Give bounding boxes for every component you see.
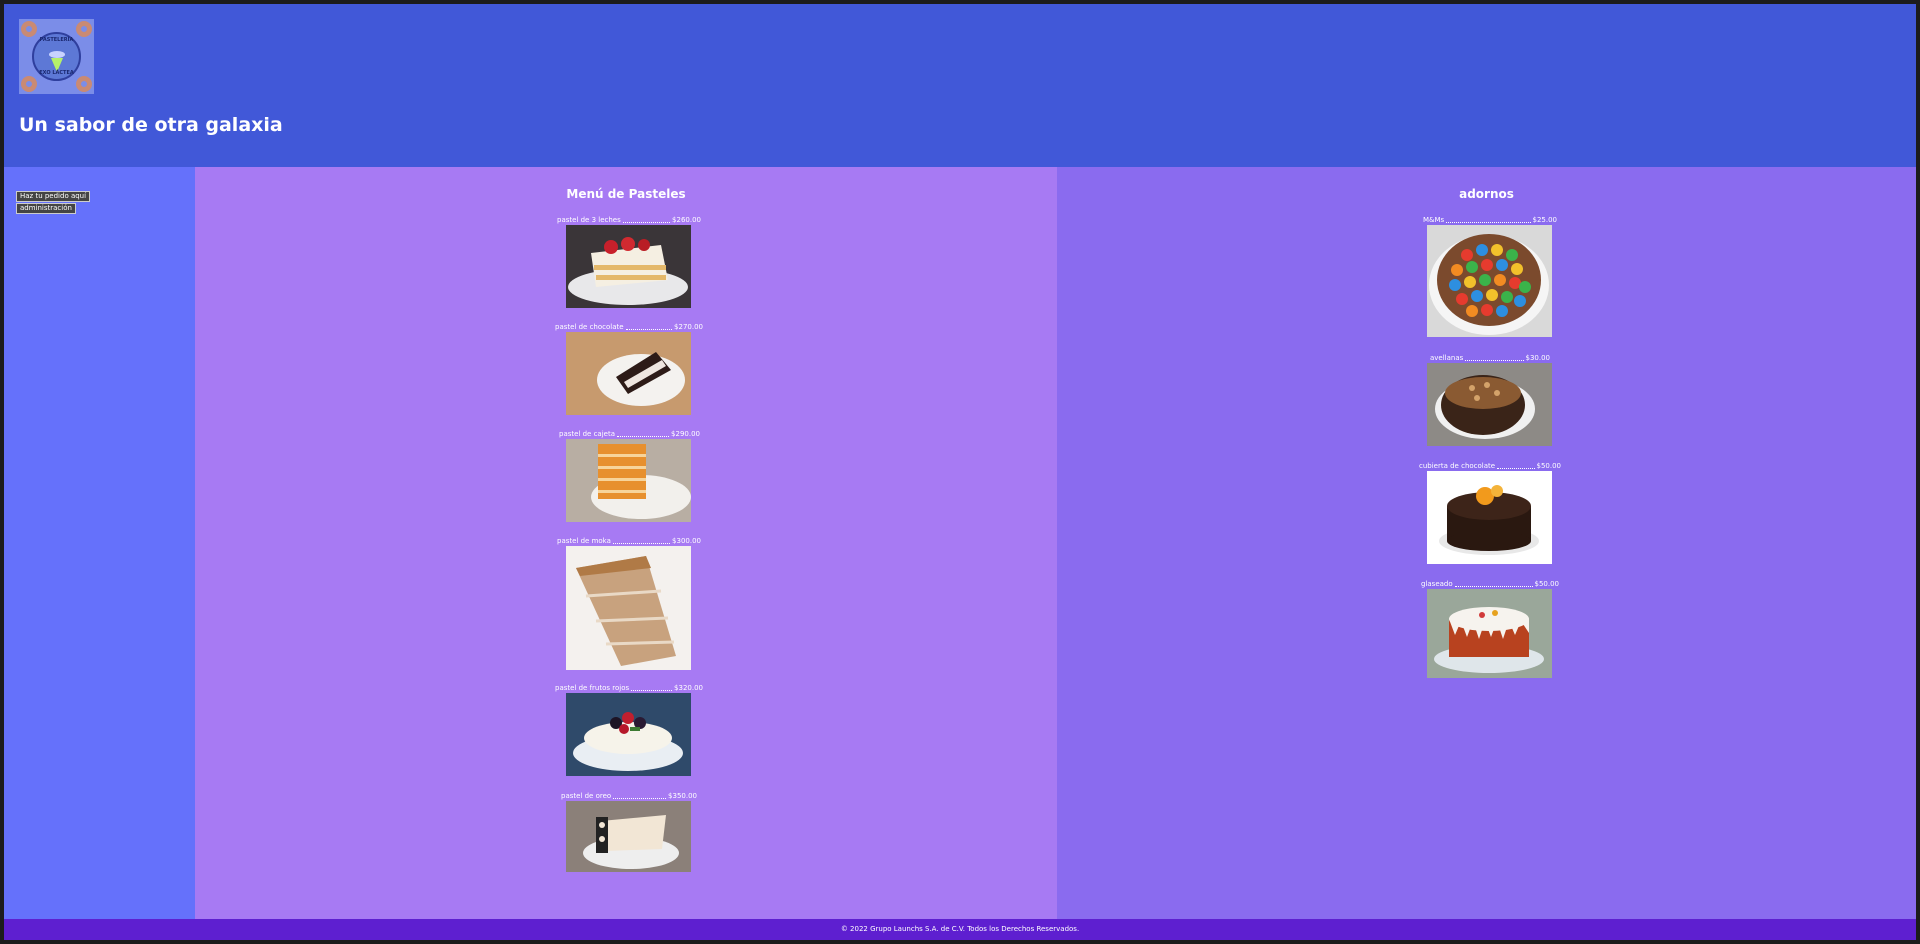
sidebar: Haz tu pedido aquí administración	[4, 167, 195, 919]
item-price: $260.00	[672, 216, 701, 224]
adorno-item[interactable]: glaseado $50.00	[1421, 580, 1559, 678]
page: PASTELERÍA EXO LÁCTEA Un sabor de otra g…	[4, 4, 1916, 940]
item-price: $320.00	[674, 684, 703, 692]
item-name: M&Ms	[1423, 216, 1445, 224]
menu-column: Menú de Pasteles pastel de 3 leches $260…	[195, 167, 1057, 919]
item-price: $50.00	[1536, 462, 1562, 470]
cake-image	[566, 439, 691, 522]
donut-icon	[76, 21, 92, 37]
adorno-item[interactable]: cubierta de chocolate $50.00	[1419, 462, 1561, 564]
item-name: pastel de frutos rojos	[555, 684, 630, 692]
item-name: pastel de moka	[557, 537, 611, 545]
item-price: $270.00	[674, 323, 703, 331]
item-price: $30.00	[1525, 354, 1551, 362]
item-name: pastel de oreo	[561, 792, 612, 800]
logo-badge: PASTELERÍA EXO LÁCTEA	[32, 32, 81, 81]
order-here-link[interactable]: Haz tu pedido aquí	[16, 191, 91, 202]
cake-image	[566, 225, 691, 308]
item-price: $290.00	[671, 430, 700, 438]
menu-item[interactable]: pastel de 3 leches $260.00	[557, 216, 701, 308]
cake-image	[1427, 225, 1552, 337]
cake-image	[566, 693, 691, 776]
cake-image	[566, 332, 691, 415]
logo-text-bottom: EXO LÁCTEA	[39, 70, 74, 76]
item-price: $350.00	[668, 792, 697, 800]
menu-item[interactable]: pastel de frutos rojos $320.00	[555, 684, 703, 776]
adornos-column: adornos M&Ms $25.00 avellanas $30.00 cub…	[1057, 167, 1916, 919]
footer-copyright: © 2022 Grupo Launchs S.A. de C.V. Todos …	[840, 925, 1080, 933]
item-price: $50.00	[1534, 580, 1560, 588]
item-name: avellanas	[1430, 354, 1464, 362]
item-name: pastel de 3 leches	[557, 216, 621, 224]
donut-icon	[76, 76, 92, 92]
adornos-title: adornos	[1459, 187, 1514, 201]
menu-title: Menú de Pasteles	[566, 187, 686, 201]
item-price: $300.00	[672, 537, 701, 545]
donut-icon	[21, 76, 37, 92]
logo[interactable]: PASTELERÍA EXO LÁCTEA	[19, 19, 94, 94]
site-title: Un sabor de otra galaxia	[19, 114, 283, 136]
site-header: PASTELERÍA EXO LÁCTEA Un sabor de otra g…	[4, 4, 1916, 167]
cake-image	[1427, 471, 1552, 564]
item-price: $25.00	[1532, 216, 1558, 224]
adorno-item[interactable]: M&Ms $25.00	[1423, 216, 1557, 337]
donut-icon	[21, 21, 37, 37]
cake-image	[566, 546, 691, 670]
menu-item[interactable]: pastel de moka $300.00	[557, 537, 701, 670]
ufo-icon	[49, 51, 65, 58]
item-name: pastel de cajeta	[559, 430, 615, 438]
item-name: cubierta de chocolate	[1419, 462, 1496, 470]
adorno-item[interactable]: avellanas $30.00	[1427, 354, 1552, 446]
menu-item[interactable]: pastel de chocolate $270.00	[555, 323, 703, 415]
item-name: pastel de chocolate	[555, 323, 624, 331]
item-name: glaseado	[1421, 580, 1453, 588]
cake-image	[566, 801, 691, 872]
cake-image	[1427, 363, 1552, 446]
menu-item[interactable]: pastel de cajeta $290.00	[559, 430, 700, 522]
site-footer: © 2022 Grupo Launchs S.A. de C.V. Todos …	[4, 919, 1916, 940]
administration-link[interactable]: administración	[16, 203, 76, 214]
menu-item[interactable]: pastel de oreo $350.00	[561, 792, 697, 872]
cake-image	[1427, 589, 1552, 678]
logo-text-top: PASTELERÍA	[39, 37, 74, 43]
